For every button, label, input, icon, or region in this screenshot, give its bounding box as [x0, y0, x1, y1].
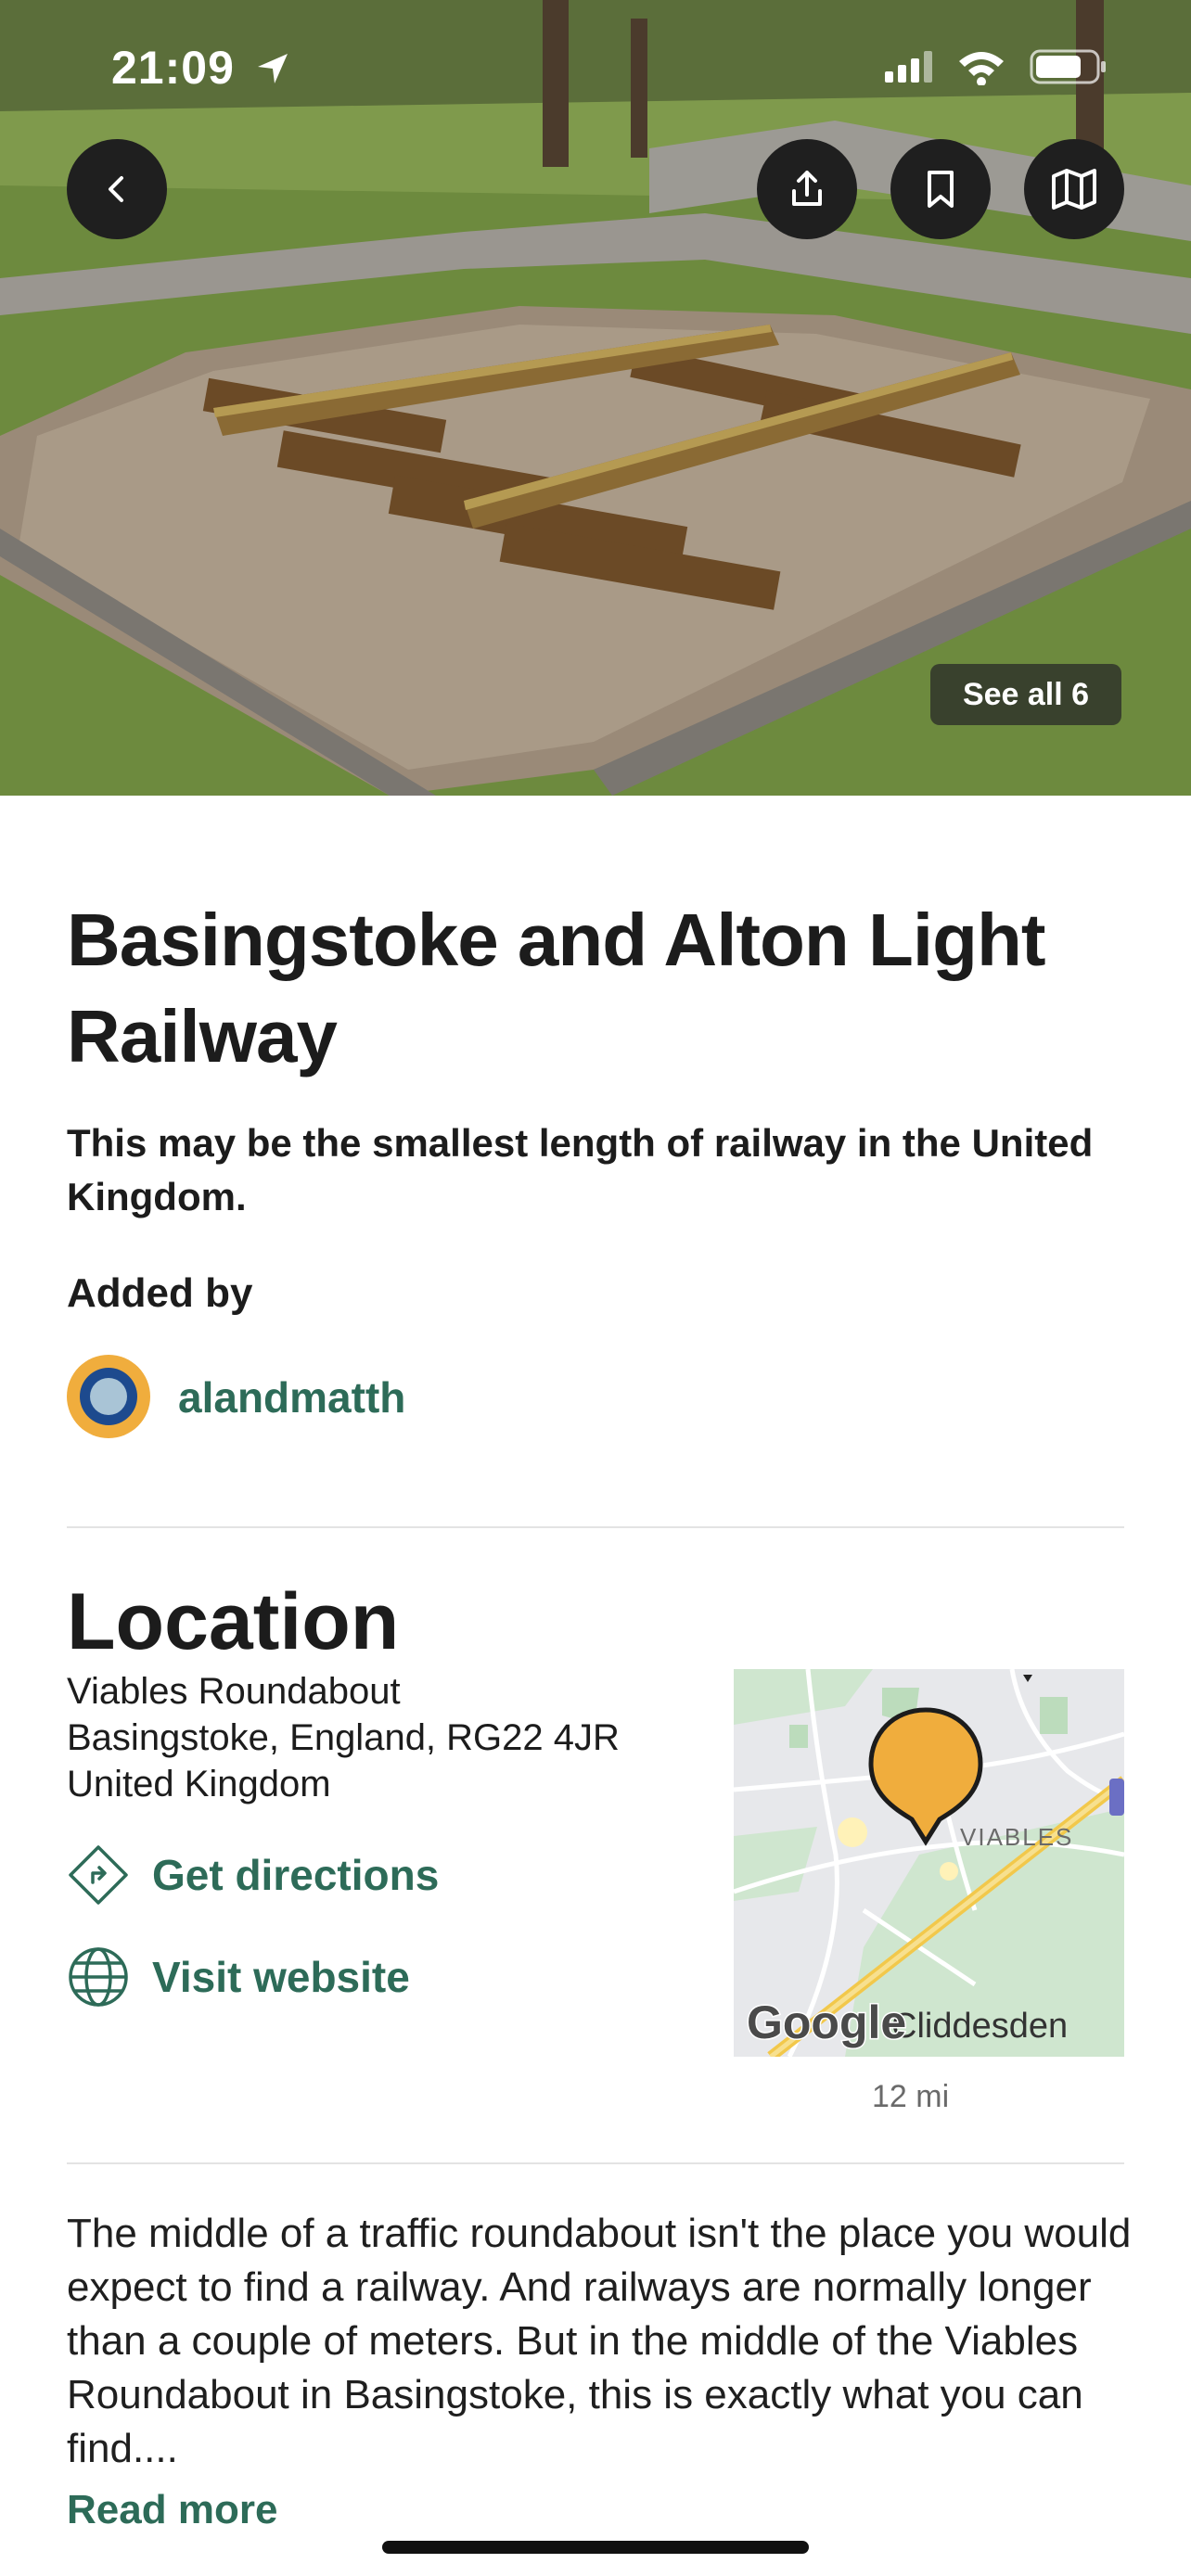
address-line-1: Viables Roundabout	[67, 1671, 401, 1712]
visit-website-label: Visit website	[152, 1953, 410, 2001]
map-area-label: VIABLES	[960, 1823, 1074, 1851]
location-map[interactable]: VIABLES Cliddesden Google	[734, 1669, 1124, 2057]
place-subtitle: This may be the smallest length of railw…	[67, 1121, 1094, 1218]
see-all-photos-button[interactable]: See all 6	[930, 664, 1121, 725]
get-directions-label: Get directions	[152, 1851, 440, 1899]
home-indicator[interactable]	[382, 2541, 809, 2554]
username-link[interactable]: alandmatth	[178, 1372, 405, 1422]
avatar[interactable]	[67, 1355, 150, 1438]
bookmark-icon	[928, 171, 954, 208]
back-button[interactable]	[67, 139, 167, 239]
cellular-signal-icon	[885, 51, 932, 83]
back-icon	[109, 176, 123, 202]
read-more-link[interactable]: Read more	[67, 2487, 277, 2533]
battery-icon	[1030, 49, 1106, 84]
divider	[67, 1526, 1124, 1528]
map-icon	[1052, 169, 1096, 210]
globe-icon	[69, 1947, 128, 2007]
location-arrow-icon	[258, 54, 288, 83]
description-text: The middle of a traffic roundabout isn't…	[67, 2211, 1132, 2471]
visit-website-link[interactable]: Visit website	[67, 1945, 410, 2009]
status-bar: 21:09	[0, 0, 1191, 139]
distance-label: 12 mi	[872, 2079, 950, 2114]
divider	[67, 2162, 1124, 2164]
status-time: 21:09	[111, 42, 235, 94]
get-directions-link[interactable]: Get directions	[67, 1843, 439, 1906]
address-line-2: Basingstoke, England, RG22 4JR	[67, 1717, 620, 1758]
directions-icon	[69, 1845, 128, 1905]
share-icon	[792, 171, 822, 206]
wifi-icon	[959, 52, 1004, 85]
google-logo: Google	[745, 1996, 907, 2050]
added-by-label: Added by	[67, 1270, 253, 1316]
share-button[interactable]	[757, 139, 857, 239]
map-town-label: Cliddesden	[891, 2007, 1069, 2046]
bookmark-button[interactable]	[890, 139, 991, 239]
location-heading: Location	[67, 1577, 400, 1666]
map-button[interactable]	[1024, 139, 1124, 239]
address-line-3: United Kingdom	[67, 1764, 331, 1804]
page-title: Basingstoke and Alton Light Railway	[67, 899, 1045, 1078]
